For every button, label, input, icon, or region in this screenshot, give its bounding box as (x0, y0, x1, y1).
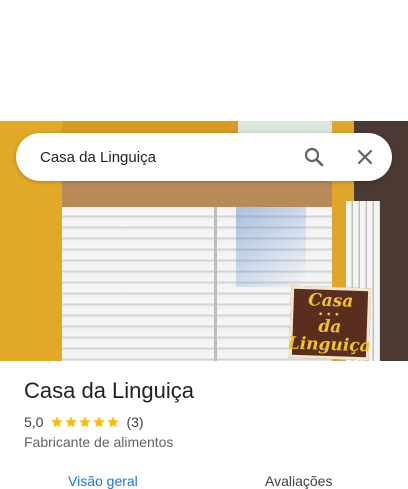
shop-sign-line-3: Linguiça (287, 333, 371, 357)
blank-area (0, 0, 408, 121)
star-icon (51, 416, 64, 428)
rating-value: 5,0 (24, 414, 44, 430)
place-category: Fabricante de alimentos (24, 434, 174, 450)
fascia (62, 181, 332, 207)
star-icon (65, 416, 78, 428)
star-icon (93, 416, 106, 428)
place-title: Casa da Linguiça (24, 378, 195, 403)
shop-sign: Casa ••• da Linguiça (287, 285, 372, 361)
search-bar (16, 133, 392, 181)
shop-sign-line-2: da (318, 316, 342, 338)
star-icon (79, 416, 92, 428)
review-count: (3) (126, 414, 144, 430)
shop-sign-line-1: Casa (307, 290, 354, 312)
search-input[interactable] (40, 133, 290, 181)
shutter-divider (214, 207, 217, 361)
tab-reviews[interactable]: Avaliações (265, 473, 332, 489)
close-icon[interactable] (353, 145, 377, 169)
tab-overview[interactable]: Visão geral (68, 473, 138, 489)
light-reflection (236, 207, 306, 287)
rating-row[interactable]: 5,0 (3) (24, 413, 144, 431)
star-icon (107, 416, 120, 428)
star-rating (50, 415, 120, 429)
search-icon[interactable] (302, 145, 326, 169)
